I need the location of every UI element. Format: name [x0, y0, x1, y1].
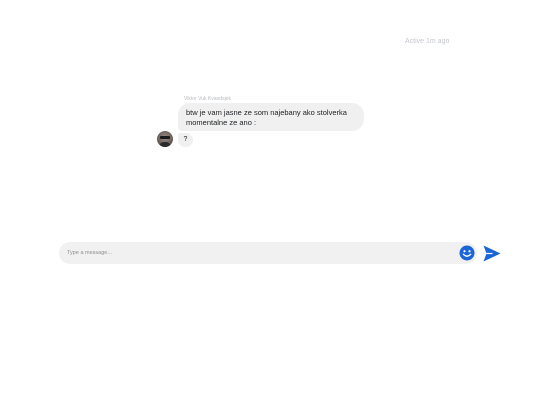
avatar-shirt [159, 142, 171, 147]
message-bubble: btw je vam jasne ze som najebany ako sto… [178, 103, 364, 131]
message-composer [59, 242, 477, 264]
avatar-glasses [160, 136, 170, 139]
paper-plane-send-icon[interactable] [483, 245, 501, 262]
avatar[interactable] [157, 131, 173, 147]
message-bubble: ? [178, 133, 193, 147]
message-input[interactable] [67, 246, 447, 260]
active-status: Active 1m ago [405, 38, 450, 45]
smiley-face-icon[interactable] [459, 245, 475, 261]
sender-name: Viktor Vuk Kvandsjek [184, 96, 231, 102]
